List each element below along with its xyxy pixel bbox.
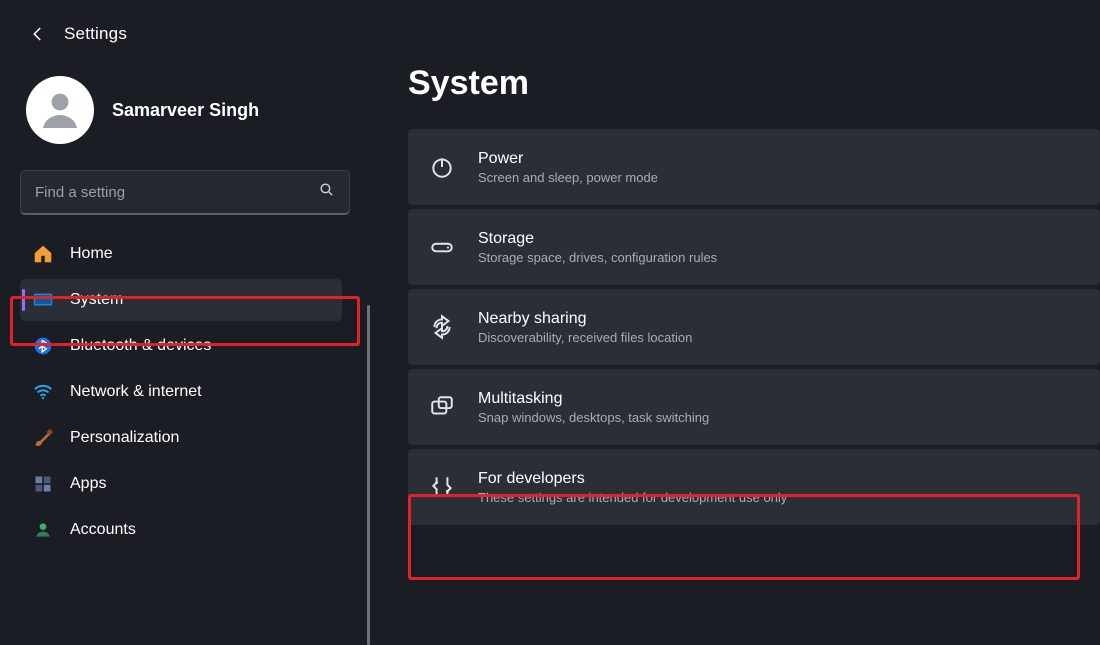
card-multitasking[interactable]: Multitasking Snap windows, desktops, tas… [408,369,1100,445]
developers-icon [428,473,456,501]
card-subtitle: Discoverability, received files location [478,330,692,345]
nav-item-apps[interactable]: Apps [20,463,342,505]
profile-block[interactable]: Samarveer Singh [20,70,350,162]
avatar [26,76,94,144]
sidebar: Samarveer Singh Home System Bluetooth & … [0,60,370,551]
search-icon [318,181,335,203]
back-button[interactable] [28,24,48,44]
nav-label: Apps [70,475,106,493]
sidebar-scrollbar[interactable] [367,305,370,645]
nav-list: Home System Bluetooth & devices Network … [20,233,350,551]
card-title: For developers [478,470,787,488]
share-icon [428,313,456,341]
accounts-icon [32,519,54,541]
page-title: System [408,64,1100,103]
home-icon [32,243,54,265]
card-subtitle: Storage space, drives, configuration rul… [478,250,717,265]
nav-item-accounts[interactable]: Accounts [20,509,342,551]
nav-item-system[interactable]: System [20,279,342,321]
nav-label: Accounts [70,521,136,539]
card-subtitle: These settings are intended for developm… [478,490,787,505]
card-title: Multitasking [478,390,709,408]
card-subtitle: Snap windows, desktops, task switching [478,410,709,425]
app-title: Settings [64,24,127,44]
storage-icon [428,233,456,261]
nav-item-network[interactable]: Network & internet [20,371,342,413]
main-content: System Power Screen and sleep, power mod… [408,64,1100,525]
app-header: Settings [0,0,1100,56]
settings-cards: Power Screen and sleep, power mode Stora… [408,129,1100,525]
nav-label: Personalization [70,429,179,447]
search-box[interactable] [20,170,350,215]
card-nearby-sharing[interactable]: Nearby sharing Discoverability, received… [408,289,1100,365]
multitasking-icon [428,393,456,421]
nav-label: Home [70,245,113,263]
card-subtitle: Screen and sleep, power mode [478,170,658,185]
card-storage[interactable]: Storage Storage space, drives, configura… [408,209,1100,285]
card-title: Power [478,150,658,168]
system-icon [32,289,54,311]
nav-item-home[interactable]: Home [20,233,342,275]
card-title: Nearby sharing [478,310,692,328]
nav-label: System [70,291,123,309]
nav-item-bluetooth[interactable]: Bluetooth & devices [20,325,342,367]
nav-label: Network & internet [70,383,202,401]
card-for-developers[interactable]: For developers These settings are intend… [408,449,1100,525]
apps-icon [32,473,54,495]
bluetooth-icon [32,335,54,357]
brush-icon [32,427,54,449]
card-power[interactable]: Power Screen and sleep, power mode [408,129,1100,205]
power-icon [428,153,456,181]
wifi-icon [32,381,54,403]
nav-label: Bluetooth & devices [70,337,211,355]
profile-name: Samarveer Singh [112,100,259,121]
card-title: Storage [478,230,717,248]
nav-item-personalization[interactable]: Personalization [20,417,342,459]
search-input[interactable] [35,184,318,201]
